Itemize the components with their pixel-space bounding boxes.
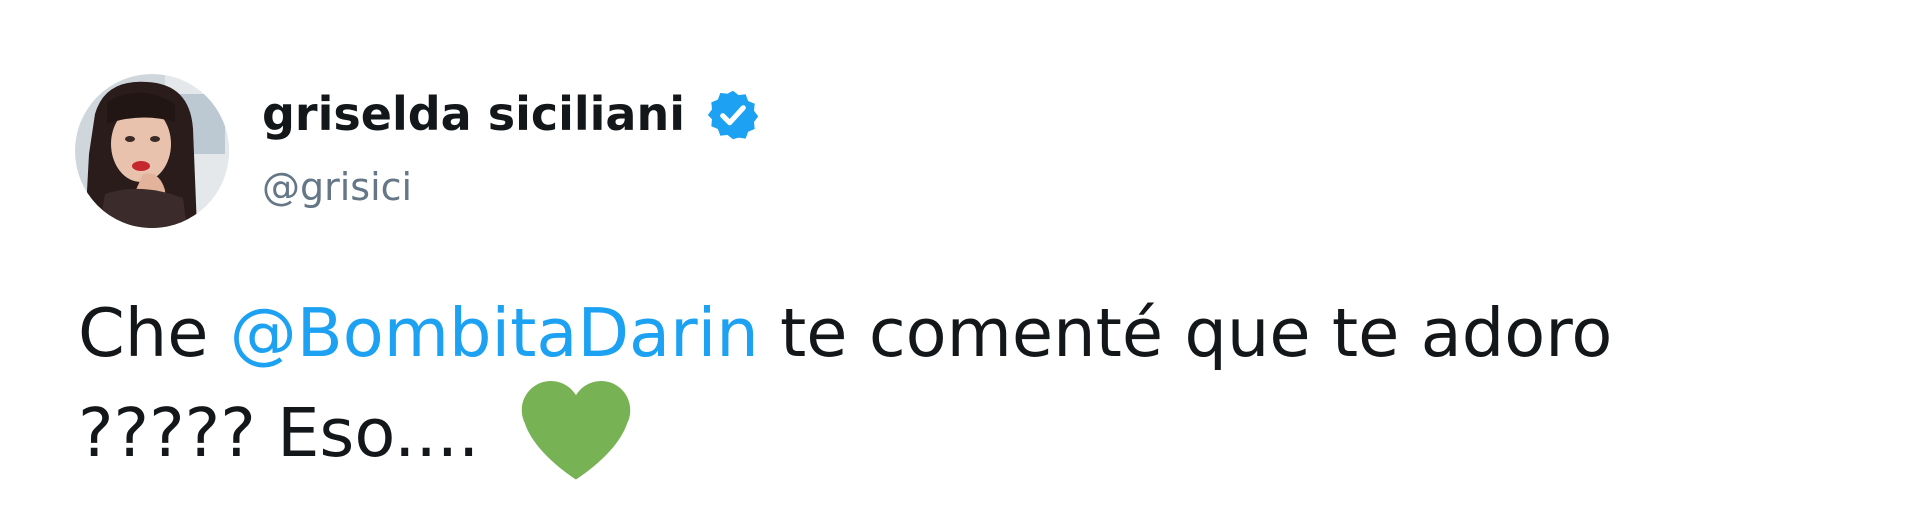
tweet-text-prefix: Che [78,294,230,372]
tweet-card: griselda siciliani @grisici Che @Bombita… [0,0,1920,525]
tweet-text: Che @BombitaDarin te comenté que te ador… [78,283,1878,483]
mention-link[interactable]: @BombitaDarin [230,294,759,372]
tweet-line-2: ????? Eso.... [78,381,1878,483]
tweet-line-1: Che @BombitaDarin te comenté que te ador… [78,283,1878,383]
verified-badge-icon [707,90,759,140]
display-name[interactable]: griselda siciliani [262,80,685,148]
avatar[interactable] [75,74,229,228]
green-heart-icon [521,381,630,480]
user-handle[interactable]: @grisici [262,162,412,212]
tweet-text-line2: ????? Eso.... [78,394,501,472]
tweet-text-suffix: te comenté que te adoro [758,294,1613,372]
profile-photo-icon [75,74,229,228]
